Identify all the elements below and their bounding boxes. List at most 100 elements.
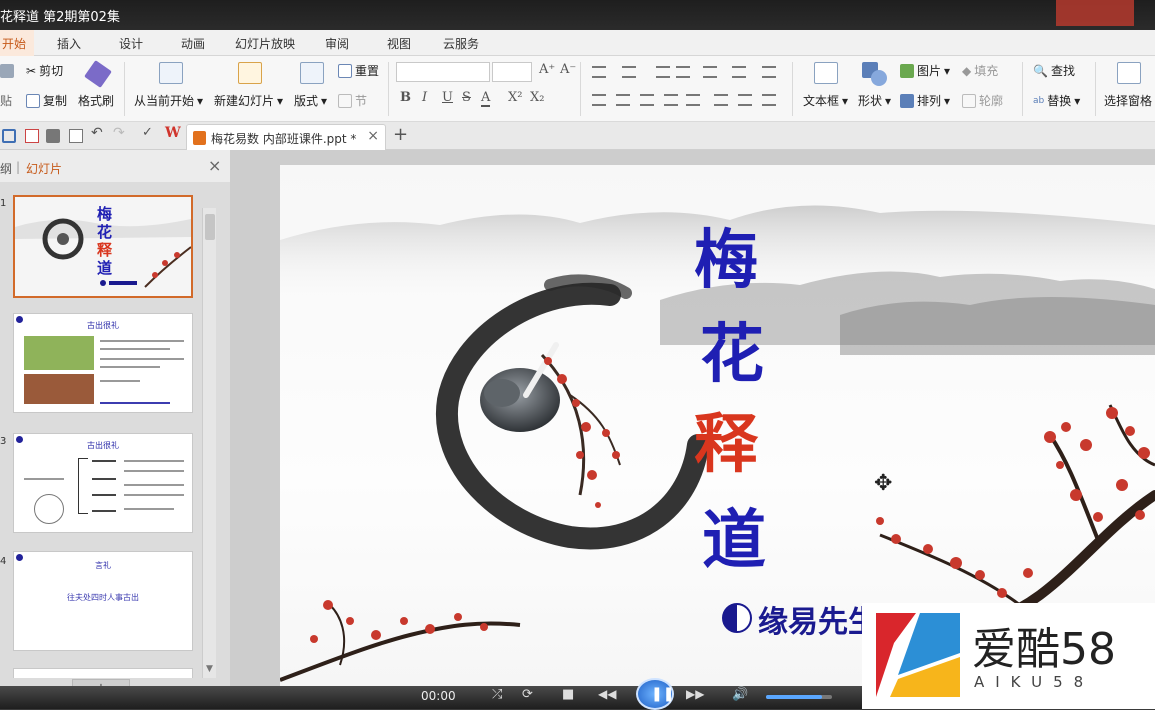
panel-header: 纲 | 幻灯片 ×	[0, 150, 230, 182]
copy-label: 复制	[43, 94, 68, 108]
spacing-after-icon[interactable]	[762, 94, 776, 106]
window-control-button[interactable]	[1056, 0, 1134, 26]
fill-button[interactable]: ◆ 填充	[962, 62, 998, 79]
layout-button[interactable]: 版式 ▾	[294, 92, 327, 109]
textbox-button[interactable]: 文本框 ▾	[803, 92, 848, 109]
spacing-before-icon[interactable]	[738, 94, 752, 106]
reset-label: 重置	[355, 64, 380, 78]
shuffle-icon[interactable]: ⤮	[492, 687, 502, 702]
find-button[interactable]: 🔍 查找	[1033, 62, 1075, 79]
slide-thumbnail-2[interactable]: 古出很礼	[13, 313, 193, 413]
export-icon[interactable]	[69, 129, 83, 143]
outline-button[interactable]: 轮廓	[962, 92, 1003, 109]
text-line	[92, 460, 116, 462]
font-size-combo[interactable]	[492, 62, 532, 82]
scrollbar-thumb[interactable]	[205, 214, 215, 240]
tab-slideshow[interactable]: 幻灯片放映	[235, 35, 295, 52]
paste-button[interactable]: 贴	[0, 92, 12, 109]
decrease-indent-icon[interactable]	[656, 66, 670, 78]
print-icon[interactable]	[46, 129, 60, 143]
customize-toolbar-icon[interactable]: ✓	[142, 125, 156, 140]
paste-icon	[0, 64, 14, 78]
format-painter-button[interactable]: 格式刷	[78, 92, 114, 109]
divider	[1022, 62, 1023, 116]
bold-button[interactable]: B	[400, 90, 411, 105]
rewind-icon[interactable]: ◀◀	[598, 687, 616, 701]
new-tab-button[interactable]: +	[393, 124, 408, 145]
scroll-down-icon[interactable]: ▼	[206, 664, 213, 674]
tab-animation[interactable]: 动画	[181, 35, 205, 52]
close-panel-icon[interactable]: ×	[208, 156, 221, 175]
tab-cloud[interactable]: 云服务	[443, 35, 479, 52]
selection-pane-label: 选择窗格	[1104, 94, 1153, 108]
format-painter-label: 格式刷	[78, 94, 115, 108]
tab-outline[interactable]: 纲	[0, 160, 12, 177]
bullet-list-icon[interactable]	[592, 66, 606, 78]
numbered-list-icon[interactable]	[622, 66, 636, 78]
reset-button[interactable]: 重置	[338, 62, 379, 79]
increase-indent-icon[interactable]	[676, 66, 690, 78]
volume-icon[interactable]: 🔊	[732, 687, 748, 702]
replace-button[interactable]: ab 替换 ▾	[1033, 92, 1080, 109]
font-color-button[interactable]: A	[481, 90, 491, 107]
stop-icon[interactable]: ■	[562, 687, 574, 702]
text-line	[92, 510, 116, 512]
align-center-icon[interactable]	[616, 94, 630, 106]
section-label: 节	[355, 94, 368, 108]
subscript-button[interactable]: X₂	[530, 90, 544, 105]
distribute-icon[interactable]	[686, 94, 700, 106]
slide-thumbnail-5[interactable]	[13, 668, 193, 678]
shape-button[interactable]: 形状 ▾	[858, 92, 891, 109]
align-left-icon[interactable]	[592, 94, 606, 106]
tab-review[interactable]: 审阅	[325, 35, 349, 52]
strikethrough-button[interactable]: S	[462, 90, 471, 105]
outline-icon	[962, 93, 976, 108]
paragraph-spacing-icon[interactable]	[714, 94, 728, 106]
grow-font-button[interactable]: A⁺	[539, 62, 555, 77]
close-tab-icon[interactable]: ×	[367, 128, 379, 144]
tab-design[interactable]: 设计	[119, 35, 143, 52]
slide-thumbnail-3[interactable]: 古出很礼	[13, 433, 193, 533]
slides-panel: 纲 | 幻灯片 × 1 梅 花 释 道 古出很礼 3 古出很礼 4 言礼 往夫处…	[0, 150, 230, 699]
text-line	[92, 494, 116, 496]
section-button[interactable]: 节	[338, 92, 367, 109]
volume-slider[interactable]	[766, 695, 832, 699]
slide-thumbnail-4[interactable]: 言礼 往夫处四时人事古出	[13, 551, 193, 651]
text-direction-icon[interactable]	[732, 66, 746, 78]
fast-forward-icon[interactable]: ▶▶	[686, 687, 704, 701]
tab-slides[interactable]: 幻灯片	[26, 160, 62, 177]
shrink-font-button[interactable]: A⁻	[560, 62, 576, 77]
panel-scrollbar[interactable]: ▼	[202, 208, 216, 678]
redo-icon[interactable]: ↷	[113, 125, 127, 141]
playback-time: 00:00	[421, 689, 456, 703]
underline-button[interactable]: U	[442, 90, 453, 105]
picture-button[interactable]: 图片 ▾	[900, 62, 950, 79]
pause-button[interactable]: ❚❚	[636, 678, 674, 710]
new-slide-button[interactable]: 新建幻灯片 ▾	[214, 92, 283, 109]
line-spacing-icon[interactable]	[762, 66, 776, 78]
selection-pane-button[interactable]: 选择窗格	[1104, 92, 1152, 109]
align-right-icon[interactable]	[640, 94, 654, 106]
tab-insert[interactable]: 插入	[57, 35, 81, 52]
svg-text:梅: 梅	[97, 205, 112, 223]
save-icon[interactable]	[2, 129, 16, 143]
text-line	[24, 478, 64, 480]
slide-thumbnail-1[interactable]: 梅 花 释 道	[13, 195, 193, 298]
superscript-button[interactable]: X²	[508, 90, 522, 105]
repeat-icon[interactable]: ⟳	[522, 687, 533, 702]
copy-button[interactable]: 复制	[26, 92, 67, 109]
justify-icon[interactable]	[664, 94, 678, 106]
document-tab[interactable]: 梅花易数 内部班课件.ppt * ×	[186, 124, 386, 150]
tab-home[interactable]: 开始	[0, 30, 35, 56]
columns-icon[interactable]	[703, 66, 717, 78]
font-name-combo[interactable]	[396, 62, 490, 82]
tab-view[interactable]: 视图	[387, 35, 411, 52]
from-current-button[interactable]: 从当前开始 ▾	[134, 92, 203, 109]
italic-button[interactable]: I	[422, 90, 427, 105]
arrange-button[interactable]: 排列 ▾	[900, 92, 950, 109]
print-preview-icon[interactable]	[25, 129, 39, 143]
ppt-file-icon	[193, 131, 206, 145]
panel-splitter[interactable]	[230, 150, 280, 690]
undo-icon[interactable]: ↶	[91, 125, 105, 141]
cut-button[interactable]: ✂ 剪切	[26, 62, 63, 79]
